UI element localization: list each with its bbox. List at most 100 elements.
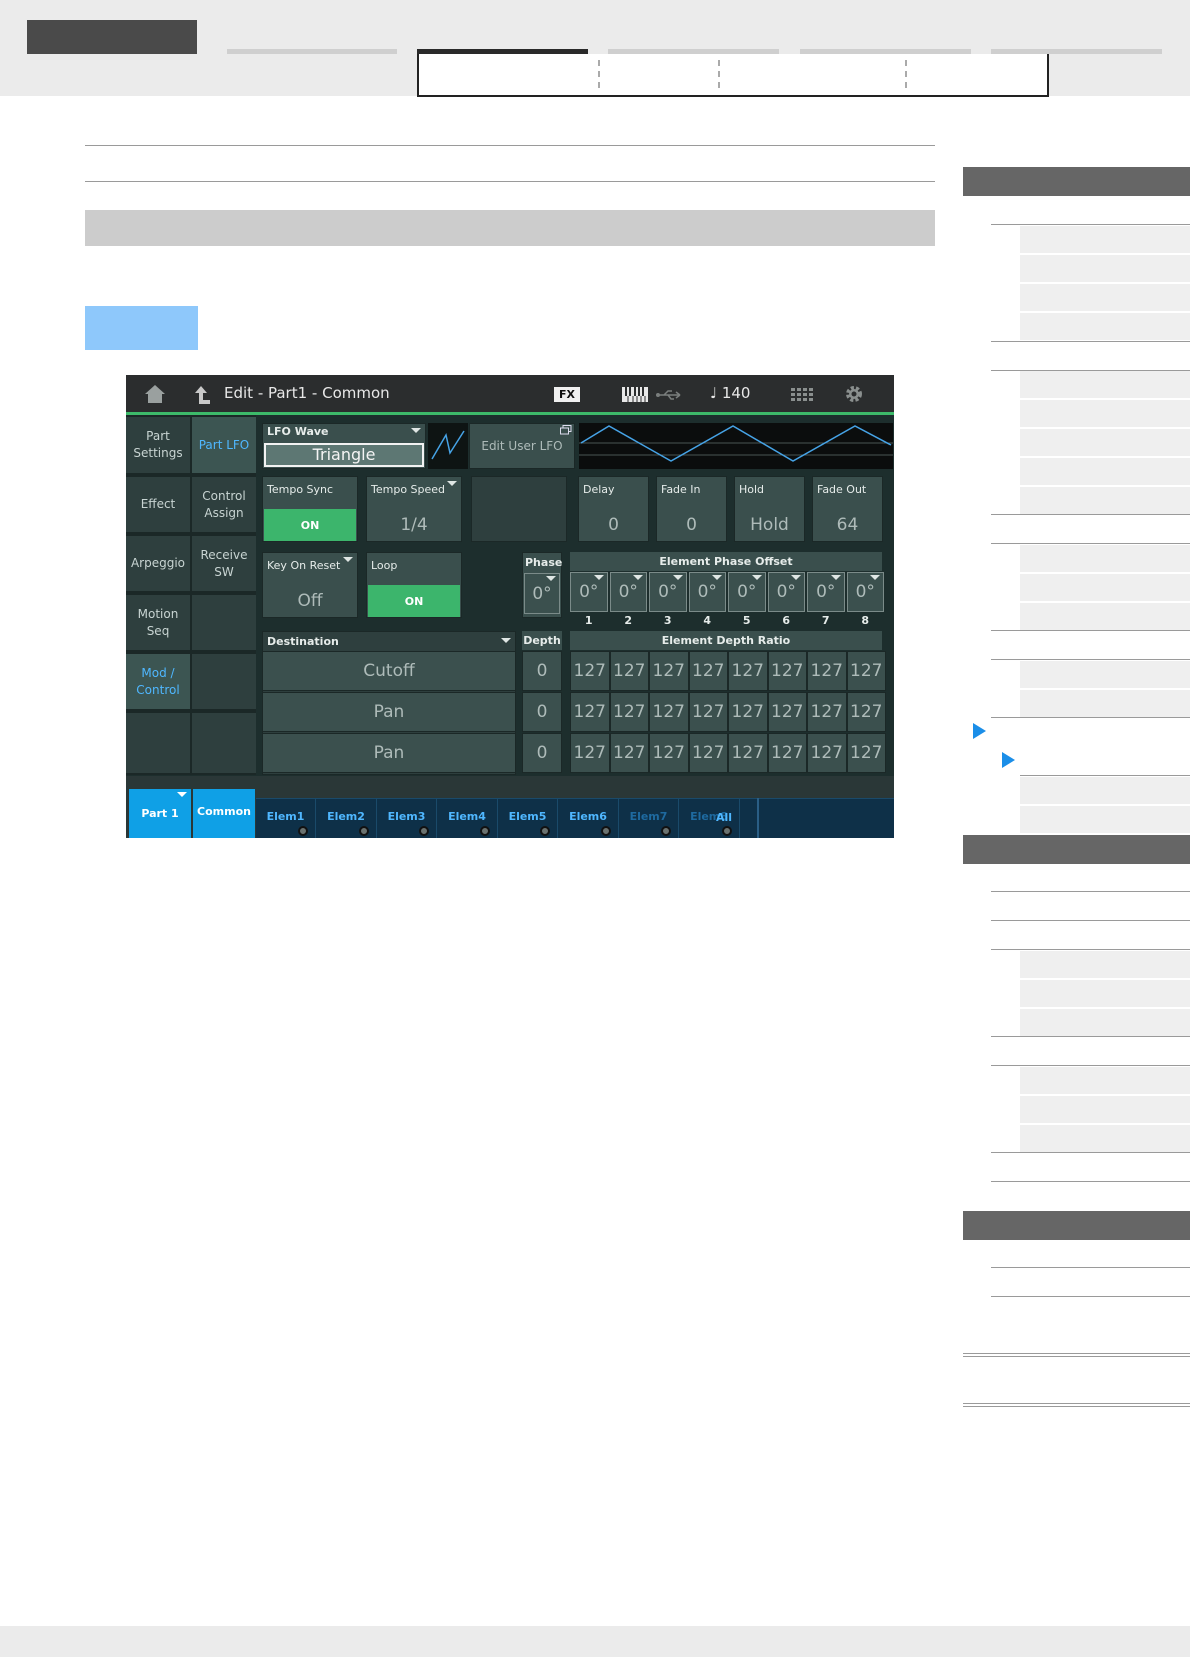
nav-tab-1[interactable] [227,49,397,54]
sidebar-subitem[interactable] [1020,255,1190,283]
element-phase-offset-cell[interactable]: 0° [570,572,608,612]
element-depth-ratio-cell[interactable]: 127 [767,692,807,732]
sidebar-item[interactable] [991,632,1190,660]
sidebar-subitem[interactable] [1020,429,1190,457]
element-depth-ratio-cell[interactable]: 127 [609,651,649,691]
destination-cell[interactable]: Cutoff [262,651,516,691]
destination-cell[interactable]: Pan [262,692,516,732]
destination-cell[interactable]: Pan [262,733,516,773]
element-depth-ratio-cell[interactable]: 127 [688,692,728,732]
tab-motion-seq[interactable]: Motion Seq [126,595,190,652]
sidebar-subitem[interactable] [1020,400,1190,428]
back-arrow-icon[interactable] [194,385,212,405]
element-depth-ratio-cell[interactable]: 127 [728,651,768,691]
sidebar-subitem[interactable] [1020,226,1190,254]
element-depth-ratio-cell[interactable]: 127 [767,733,807,773]
sidebar-item[interactable] [991,1269,1190,1297]
sidebar-item[interactable] [991,922,1190,950]
fade-in-value[interactable]: 0 [657,515,726,535]
sidebar-subitem[interactable] [1020,1096,1190,1124]
element-depth-ratio-cell[interactable]: 127 [728,733,768,773]
tab-arpeggio[interactable]: Arpeggio [126,536,190,593]
element-depth-ratio-cell[interactable]: 127 [609,692,649,732]
hold-value[interactable]: Hold [735,515,804,535]
element-phase-offset-cell[interactable]: 0° [846,572,884,612]
subtab-receive-sw[interactable]: Receive SW [192,536,256,593]
sidebar-subitem[interactable] [1020,458,1190,486]
depth-cell[interactable]: 0 [522,651,562,691]
sidebar-item[interactable] [991,1154,1190,1182]
sidebar-subitem[interactable] [1020,545,1190,573]
element-phase-offset-cell[interactable]: 0° [688,572,726,612]
element-phase-offset-cell[interactable]: 0° [807,572,845,612]
sidebar-item[interactable] [991,312,1190,342]
sidebar-item[interactable] [991,487,1190,515]
delay-panel[interactable]: Delay 0 [578,476,649,542]
tab-effect[interactable]: Effect [126,477,190,534]
subtab-part-lfo[interactable]: Part LFO [192,417,256,475]
sidebar-subitem[interactable] [1020,980,1190,1008]
tempo-speed-panel[interactable]: Tempo Speed 1/4 [366,476,462,542]
tempo-speed-value[interactable]: 1/4 [367,515,461,535]
element-depth-ratio-cell[interactable]: 127 [846,692,886,732]
sidebar-subitem[interactable] [1020,777,1190,805]
lfo-wave-panel[interactable]: LFO Wave Triangle [262,423,426,469]
element-phase-offset-cell[interactable]: 0° [609,572,647,612]
element-depth-ratio-cell[interactable]: 127 [649,651,689,691]
sidebar-item[interactable] [991,516,1190,544]
sidebar-item-current[interactable] [991,690,1190,718]
element-depth-ratio-cell[interactable]: 127 [767,651,807,691]
sidebar-item[interactable] [991,343,1190,371]
delay-value[interactable]: 0 [579,515,648,535]
tab-part-settings[interactable]: Part Settings [126,417,190,475]
all-tab[interactable]: All [694,811,754,824]
element-depth-ratio-cell[interactable]: 127 [688,651,728,691]
key-on-reset-panel[interactable]: Key On Reset Off [262,552,358,618]
sidebar-subitem[interactable] [1020,371,1190,399]
element-depth-ratio-cell[interactable]: 127 [570,651,610,691]
loop-toggle[interactable]: ON [368,585,460,617]
element-depth-ratio-cell[interactable]: 127 [688,733,728,773]
element-depth-ratio-cell[interactable]: 127 [846,651,886,691]
sidebar-subitem[interactable] [1020,1067,1190,1095]
depth-cell[interactable]: 0 [522,733,562,773]
gear-icon[interactable] [844,384,864,404]
grid-icon[interactable] [791,388,813,402]
lfo-wave-value[interactable]: Triangle [264,443,424,467]
hold-panel[interactable]: Hold Hold [734,476,805,542]
tab-mod-control[interactable]: Mod / Control [126,654,190,711]
phase-panel[interactable]: Phase 0° [522,552,562,618]
element-phase-offset-cell[interactable]: 0° [649,572,687,612]
sidebar-item[interactable] [991,1009,1190,1037]
element-depth-ratio-cell[interactable]: 127 [807,651,847,691]
sidebar-subitem[interactable] [1020,661,1190,689]
phase-value-box[interactable]: 0° [524,573,560,614]
sidebar-subitem[interactable] [1020,806,1190,834]
home-icon[interactable] [144,384,166,404]
element-depth-ratio-cell[interactable]: 127 [570,733,610,773]
fade-in-panel[interactable]: Fade In 0 [656,476,727,542]
part-select-button[interactable]: Part 1 [129,789,191,838]
common-tab[interactable]: Common [193,789,255,838]
element-depth-ratio-cell[interactable]: 127 [649,692,689,732]
sidebar-subitem-current[interactable] [1020,748,1190,776]
element-phase-offset-cell[interactable]: 0° [767,572,805,612]
sidebar-subitem[interactable] [1020,284,1190,312]
sidebar-item[interactable] [991,603,1190,631]
element-depth-ratio-cell[interactable]: 127 [807,733,847,773]
element-depth-ratio-cell[interactable]: 127 [609,733,649,773]
element-depth-ratio-cell[interactable]: 127 [649,733,689,773]
sidebar-subitem[interactable] [1020,951,1190,979]
tempo-sync-panel[interactable]: Tempo Sync ON [262,476,358,542]
sidebar-subitem[interactable] [1020,574,1190,602]
element-depth-ratio-cell[interactable]: 127 [728,692,768,732]
fade-out-panel[interactable]: Fade Out 64 [812,476,883,542]
element-phase-offset-cell[interactable]: 0° [728,572,766,612]
element-depth-ratio-cell[interactable]: 127 [807,692,847,732]
depth-cell[interactable]: 0 [522,692,562,732]
sidebar-item[interactable] [991,197,1190,225]
loop-panel[interactable]: Loop ON [366,552,462,618]
element-depth-ratio-cell[interactable]: 127 [570,692,610,732]
key-on-reset-value[interactable]: Off [263,591,357,611]
sidebar-item[interactable] [991,1125,1190,1153]
